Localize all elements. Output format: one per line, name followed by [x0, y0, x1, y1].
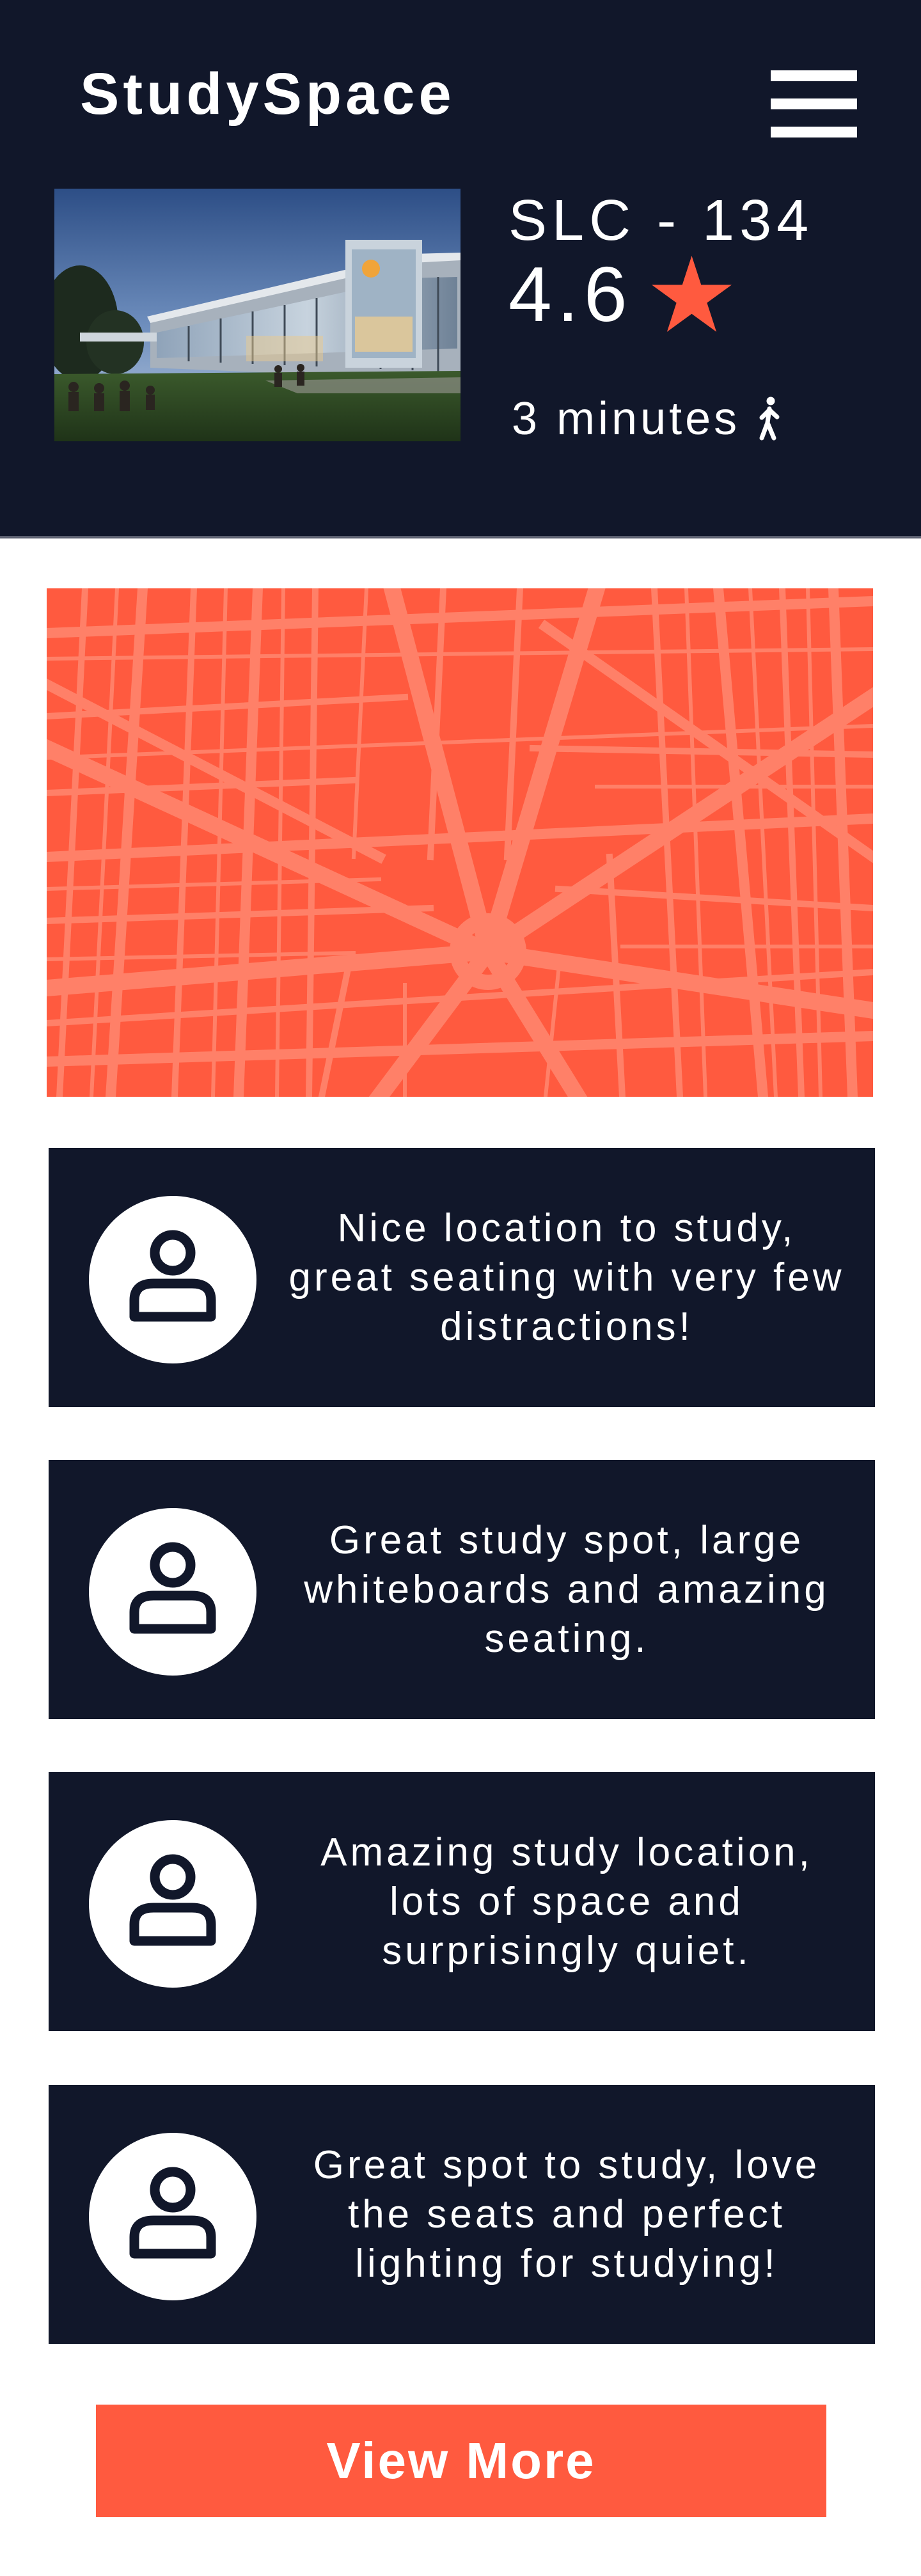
user-icon: [89, 2133, 256, 2300]
room-name: SLC - 134: [508, 189, 814, 253]
walk-time: 3 minutes: [512, 387, 783, 451]
review-card: Nice location to study, great seating wi…: [49, 1148, 875, 1407]
hamburger-menu-icon[interactable]: [771, 70, 857, 137]
walking-person-icon: [759, 397, 780, 441]
header: StudySpace SLC - 134 4.6 3 minutes: [0, 0, 921, 538]
review-card: Great study spot, large whiteboards and …: [49, 1460, 875, 1719]
walk-time-text: 3 minutes: [512, 393, 741, 444]
review-text: Great study spot, large whiteboards and …: [304, 1518, 830, 1661]
review-card: Amazing study location, lots of space an…: [49, 1772, 875, 2031]
map[interactable]: [47, 588, 873, 1097]
review-text: Amazing study location, lots of space an…: [320, 1830, 813, 1973]
user-icon: [89, 1508, 256, 1676]
rating-value: 4.6: [508, 251, 633, 338]
view-more-button[interactable]: View More: [96, 2405, 826, 2517]
star-icon: [651, 256, 732, 332]
user-icon: [89, 1196, 256, 1363]
app-title: StudySpace: [80, 61, 455, 127]
review-card: Great spot to study, love the seats and …: [49, 2085, 875, 2344]
rating: 4.6: [508, 253, 732, 336]
review-text: Great spot to study, love the seats and …: [313, 2143, 821, 2286]
user-icon: [89, 1820, 256, 1988]
building-photo: [54, 189, 460, 441]
review-text: Nice location to study, great seating wi…: [288, 1206, 845, 1349]
